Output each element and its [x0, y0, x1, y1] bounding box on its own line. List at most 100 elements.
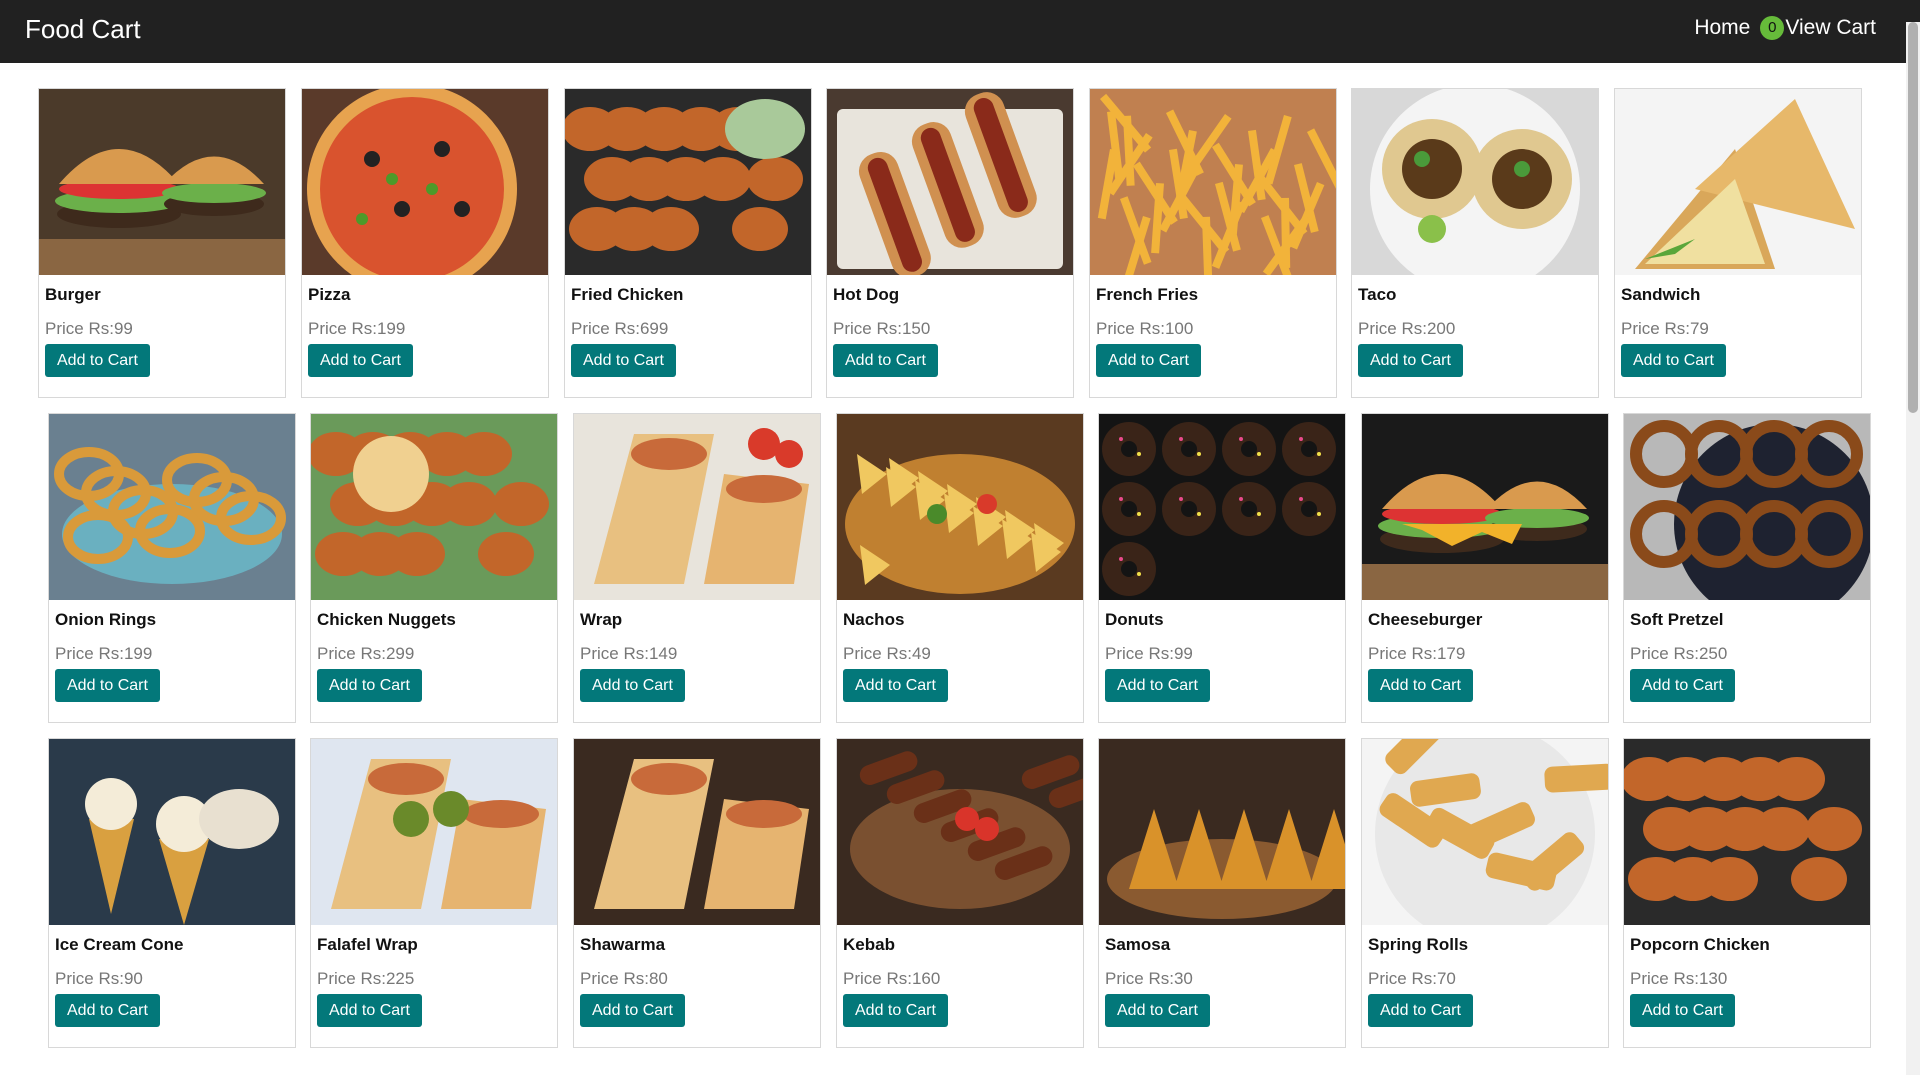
price-prefix: Price Rs: [55, 969, 124, 988]
product-price: Price Rs:250 [1630, 644, 1727, 664]
product-card: Popcorn Chicken Price Rs:130 Add to Cart [1623, 738, 1871, 1048]
product-name: Burger [45, 285, 101, 304]
add-to-cart-button[interactable]: Add to Cart [833, 344, 938, 377]
product-name: Kebab [843, 935, 895, 954]
price-prefix: Price Rs: [1358, 319, 1427, 338]
price-prefix: Price Rs: [1105, 969, 1174, 988]
add-to-cart-button[interactable]: Add to Cart [317, 994, 422, 1027]
product-price: Price Rs:199 [308, 319, 405, 339]
price-prefix: Price Rs: [1630, 644, 1699, 663]
price-value: 149 [648, 644, 678, 663]
product-name: Chicken Nuggets [317, 610, 456, 629]
spring-rolls-image [1362, 739, 1608, 925]
add-to-cart-button[interactable]: Add to Cart [1630, 669, 1735, 702]
add-to-cart-button[interactable]: Add to Cart [55, 994, 160, 1027]
price-value: 49 [911, 644, 931, 663]
product-price: Price Rs:149 [580, 644, 677, 664]
product-card: Burger Price Rs:99 Add to Cart [38, 88, 286, 398]
add-to-cart-button[interactable]: Add to Cart [1368, 994, 1473, 1027]
price-value: 199 [376, 319, 406, 338]
price-prefix: Price Rs: [1368, 969, 1437, 988]
product-card: Soft Pretzel Price Rs:250 Add to Cart [1623, 413, 1871, 723]
product-card: Falafel Wrap Price Rs:225 Add to Cart [310, 738, 558, 1048]
product-price: Price Rs:100 [1096, 319, 1193, 339]
product-card: Ice Cream Cone Price Rs:90 Add to Cart [48, 738, 296, 1048]
price-prefix: Price Rs: [1621, 319, 1690, 338]
fried-chicken-image [565, 89, 811, 275]
shawarma-image [574, 739, 820, 925]
nav-right: Home 0 View Cart [1694, 16, 1876, 40]
price-value: 199 [123, 644, 153, 663]
price-value: 90 [123, 969, 143, 988]
product-name: Wrap [580, 610, 623, 629]
add-to-cart-button[interactable]: Add to Cart [1358, 344, 1463, 377]
product-card: Pizza Price Rs:199 Add to Cart [301, 88, 549, 398]
pizza-image [302, 89, 548, 275]
product-card: Hot Dog Price Rs:150 Add to Cart [826, 88, 1074, 398]
product-name: Ice Cream Cone [55, 935, 184, 954]
cart-count-badge: 0 [1760, 16, 1785, 40]
price-value: 299 [385, 644, 415, 663]
price-prefix: Price Rs: [1368, 644, 1437, 663]
nachos-image [837, 414, 1083, 600]
add-to-cart-button[interactable]: Add to Cart [308, 344, 413, 377]
price-prefix: Price Rs: [843, 644, 912, 663]
product-price: Price Rs:225 [317, 969, 414, 989]
add-to-cart-button[interactable]: Add to Cart [317, 669, 422, 702]
product-price: Price Rs:130 [1630, 969, 1727, 989]
price-value: 179 [1436, 644, 1466, 663]
add-to-cart-button[interactable]: Add to Cart [45, 344, 150, 377]
scrollbar-thumb[interactable] [1908, 22, 1918, 413]
home-link[interactable]: Home [1694, 16, 1750, 40]
product-price: Price Rs:30 [1105, 969, 1193, 989]
product-name: Onion Rings [55, 610, 157, 629]
product-name: French Fries [1096, 285, 1199, 304]
hot-dog-image [827, 89, 1073, 275]
product-card: Wrap Price Rs:149 Add to Cart [573, 413, 821, 723]
add-to-cart-button[interactable]: Add to Cart [1105, 994, 1210, 1027]
product-price: Price Rs:200 [1358, 319, 1455, 339]
product-name: Donuts [1105, 610, 1164, 629]
product-name: Soft Pretzel [1630, 610, 1724, 629]
add-to-cart-button[interactable]: Add to Cart [571, 344, 676, 377]
product-name: Pizza [308, 285, 351, 304]
add-to-cart-button[interactable]: Add to Cart [843, 994, 948, 1027]
product-price: Price Rs:79 [1621, 319, 1709, 339]
add-to-cart-button[interactable]: Add to Cart [55, 669, 160, 702]
product-card: Samosa Price Rs:30 Add to Cart [1098, 738, 1346, 1048]
product-price: Price Rs:160 [843, 969, 940, 989]
kebab-image [837, 739, 1083, 925]
price-value: 79 [1689, 319, 1709, 338]
donuts-image [1099, 414, 1345, 600]
add-to-cart-button[interactable]: Add to Cart [580, 669, 685, 702]
price-prefix: Price Rs: [1096, 319, 1165, 338]
price-value: 70 [1436, 969, 1456, 988]
product-name: Samosa [1105, 935, 1171, 954]
add-to-cart-button[interactable]: Add to Cart [1630, 994, 1735, 1027]
price-value: 250 [1698, 644, 1728, 663]
price-prefix: Price Rs: [55, 644, 124, 663]
burger-image [39, 89, 285, 275]
product-card: Taco Price Rs:200 Add to Cart [1351, 88, 1599, 398]
product-price: Price Rs:49 [843, 644, 931, 664]
add-to-cart-button[interactable]: Add to Cart [1368, 669, 1473, 702]
add-to-cart-button[interactable]: Add to Cart [580, 994, 685, 1027]
product-price: Price Rs:90 [55, 969, 143, 989]
add-to-cart-button[interactable]: Add to Cart [843, 669, 948, 702]
price-prefix: Price Rs: [45, 319, 114, 338]
product-name: Sandwich [1621, 285, 1701, 304]
product-card: Cheeseburger Price Rs:179 Add to Cart [1361, 413, 1609, 723]
price-value: 30 [1173, 969, 1193, 988]
view-cart-link[interactable]: View Cart [1785, 16, 1876, 40]
product-card: Shawarma Price Rs:80 Add to Cart [573, 738, 821, 1048]
brand-title[interactable]: Food Cart [25, 14, 141, 45]
chicken-nuggets-image [311, 414, 557, 600]
price-prefix: Price Rs: [580, 644, 649, 663]
price-prefix: Price Rs: [580, 969, 649, 988]
add-to-cart-button[interactable]: Add to Cart [1621, 344, 1726, 377]
add-to-cart-button[interactable]: Add to Cart [1096, 344, 1201, 377]
ice-cream-cone-image [49, 739, 295, 925]
wrap-image [574, 414, 820, 600]
product-price: Price Rs:99 [1105, 644, 1193, 664]
add-to-cart-button[interactable]: Add to Cart [1105, 669, 1210, 702]
